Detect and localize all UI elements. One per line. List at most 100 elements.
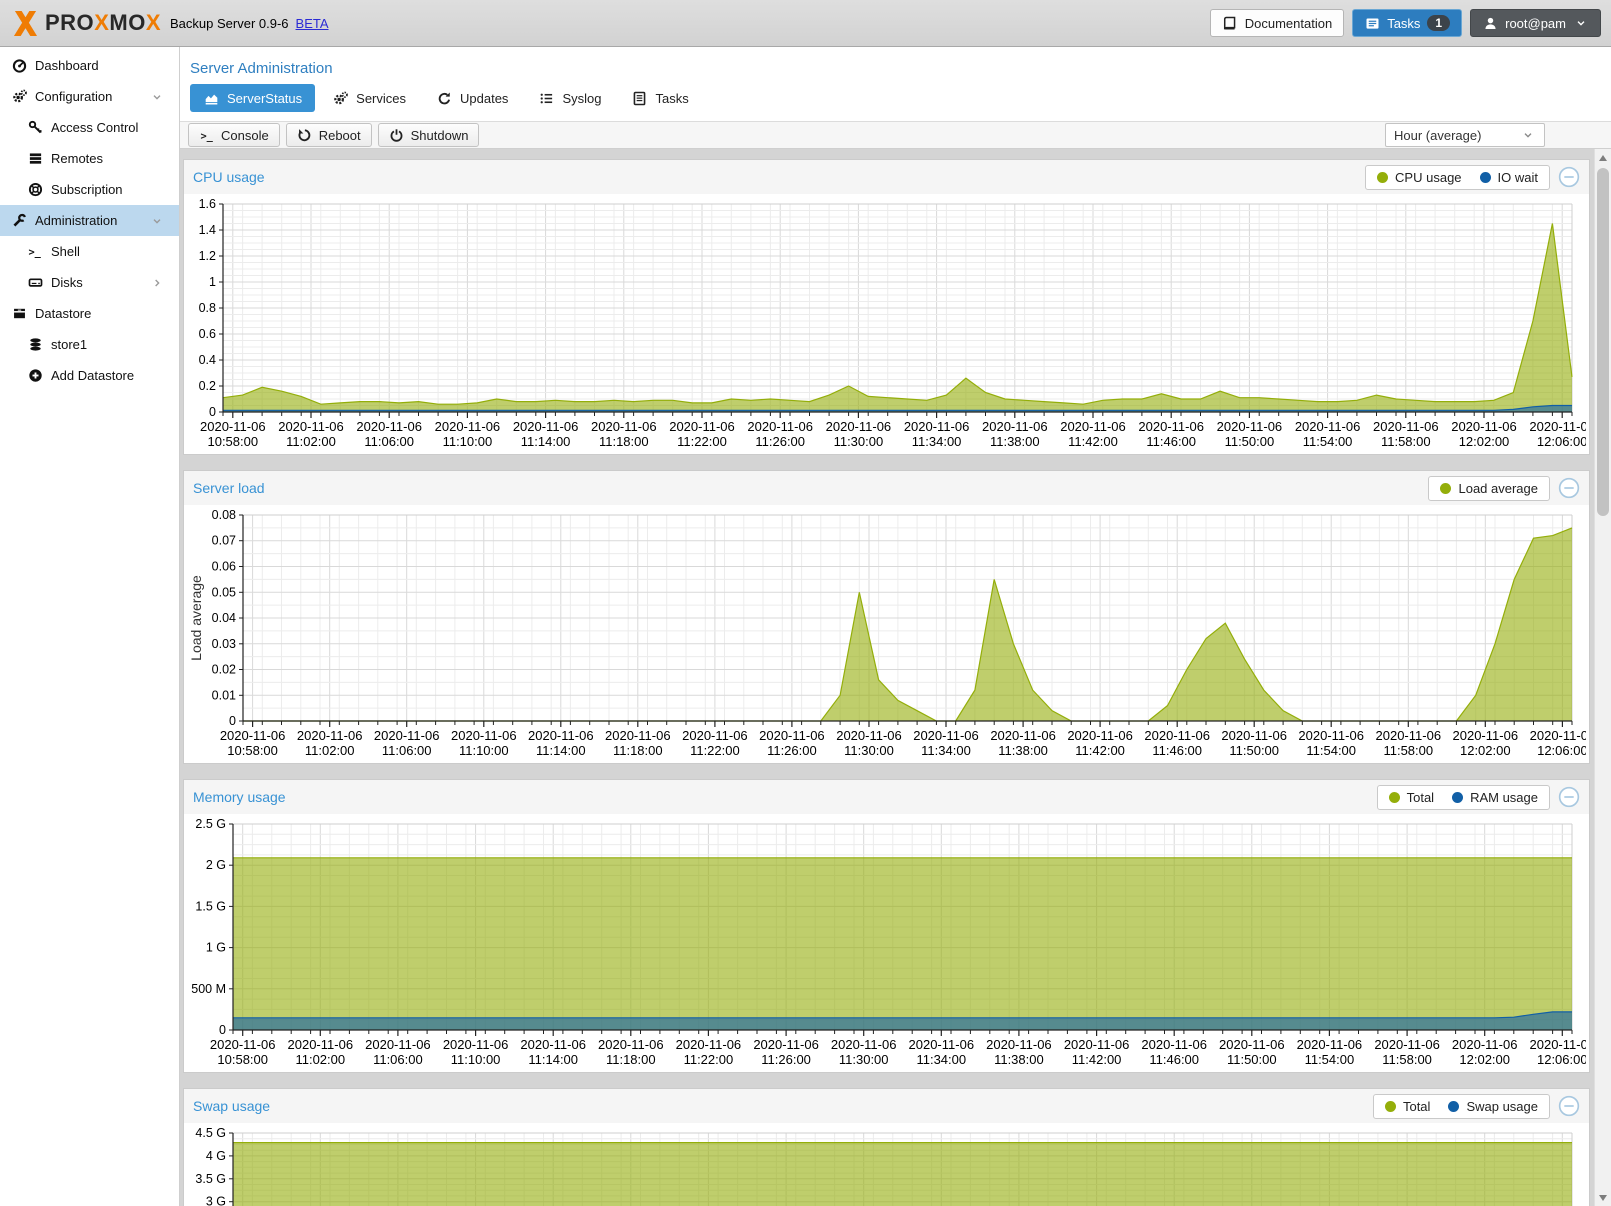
legend-dot-icon — [1452, 792, 1463, 803]
svg-text:11:10:00: 11:10:00 — [443, 434, 493, 449]
svg-text:11:38:00: 11:38:00 — [994, 1052, 1044, 1067]
svg-text:11:18:00: 11:18:00 — [613, 743, 663, 758]
tab-updates[interactable]: Updates — [423, 84, 521, 112]
scroll-down-arrow[interactable] — [1595, 1189, 1611, 1206]
legend-dot-icon — [1389, 792, 1400, 803]
disk-icon — [27, 275, 43, 291]
scrollbar-thumb[interactable] — [1597, 168, 1609, 516]
datastore-icon — [11, 306, 27, 322]
svg-text:2020-11-06: 2020-11-06 — [200, 419, 266, 434]
sidebar-item-administration[interactable]: Administration — [0, 205, 179, 236]
tab-tasks[interactable]: Tasks — [618, 84, 701, 112]
svg-text:500 M: 500 M — [191, 982, 226, 996]
svg-text:11:14:00: 11:14:00 — [528, 1052, 578, 1067]
sidebar-item-datastore[interactable]: Datastore — [0, 298, 179, 329]
svg-text:11:54:00: 11:54:00 — [1305, 1052, 1355, 1067]
svg-text:11:50:00: 11:50:00 — [1229, 743, 1279, 758]
legend-label: Total — [1407, 790, 1434, 805]
svg-text:2020-11-06: 2020-11-06 — [826, 419, 892, 434]
main-content: Server Administration ServerStatusServic… — [180, 47, 1611, 1206]
legend-item-ram-usage[interactable]: RAM usage — [1452, 790, 1538, 805]
svg-text:0.06: 0.06 — [212, 560, 236, 574]
sidebar-item-shell[interactable]: >_Shell — [0, 236, 179, 267]
chevron-down-icon[interactable] — [149, 213, 165, 229]
chart-legend[interactable]: Total RAM usage — [1377, 785, 1550, 810]
svg-text:0: 0 — [209, 405, 216, 419]
svg-text:Load average: Load average — [188, 575, 204, 661]
svg-text:2020-11-06: 2020-11-06 — [598, 1037, 664, 1052]
sidebar-item-access-control[interactable]: Access Control — [0, 112, 179, 143]
collapse-panel-icon[interactable] — [1558, 786, 1580, 808]
time-range-select[interactable]: Hour (average) — [1385, 123, 1545, 147]
legend-item-load-average[interactable]: Load average — [1440, 481, 1538, 496]
svg-text:2020-11-06: 2020-11-06 — [1221, 728, 1287, 743]
tab-syslog[interactable]: Syslog — [525, 84, 614, 112]
tab-services[interactable]: Services — [319, 84, 419, 112]
svg-text:11:50:00: 11:50:00 — [1227, 1052, 1277, 1067]
sidebar-item-label: Remotes — [51, 151, 103, 166]
sidebar-item-store1[interactable]: store1 — [0, 329, 179, 360]
legend-item-cpu-usage[interactable]: CPU usage — [1377, 170, 1461, 185]
chart-legend[interactable]: Total Swap usage — [1373, 1094, 1550, 1119]
svg-text:2020-11-06: 2020-11-06 — [435, 419, 501, 434]
reboot-button[interactable]: Reboot — [286, 123, 372, 147]
svg-text:2020-11-06: 2020-11-06 — [1064, 1037, 1130, 1052]
chevron-right-icon[interactable] — [149, 275, 165, 291]
sidebar-item-add-datastore[interactable]: Add Datastore — [0, 360, 179, 391]
legend-item-io-wait[interactable]: IO wait — [1480, 170, 1538, 185]
doc-icon — [631, 90, 647, 106]
svg-text:0.4: 0.4 — [199, 353, 216, 367]
svg-text:12:06:00: 12:06:00 — [1537, 743, 1586, 758]
svg-text:11:22:00: 11:22:00 — [684, 1052, 734, 1067]
svg-text:2020-11-06: 2020-11-06 — [982, 419, 1048, 434]
legend-item-total[interactable]: Total — [1389, 790, 1434, 805]
terminal-icon: >_ — [199, 127, 215, 143]
legend-item-total[interactable]: Total — [1385, 1099, 1430, 1114]
beta-link[interactable]: BETA — [296, 16, 329, 31]
tab-label: ServerStatus — [227, 91, 302, 106]
svg-text:2020-11-06: 2020-11-06 — [836, 728, 902, 743]
documentation-button[interactable]: Documentation — [1210, 9, 1344, 37]
svg-text:11:10:00: 11:10:00 — [459, 743, 509, 758]
collapse-panel-icon[interactable] — [1558, 477, 1580, 499]
sidebar-item-subscription[interactable]: Subscription — [0, 174, 179, 205]
svg-text:2020-11-06: 2020-11-06 — [759, 728, 825, 743]
tasks-button[interactable]: Tasks 1 — [1352, 9, 1462, 37]
collapse-panel-icon[interactable] — [1558, 166, 1580, 188]
svg-text:11:42:00: 11:42:00 — [1075, 743, 1125, 758]
tab-serverstatus[interactable]: ServerStatus — [190, 84, 315, 112]
svg-text:0.05: 0.05 — [212, 585, 236, 599]
svg-text:1.5 G: 1.5 G — [195, 899, 226, 913]
svg-text:0.07: 0.07 — [212, 534, 236, 548]
svg-text:11:42:00: 11:42:00 — [1072, 1052, 1122, 1067]
svg-text:0.03: 0.03 — [212, 637, 236, 651]
legend-item-swap-usage[interactable]: Swap usage — [1448, 1099, 1538, 1114]
console-button[interactable]: >_Console — [188, 123, 280, 147]
svg-text:1 G: 1 G — [206, 941, 226, 955]
svg-text:11:18:00: 11:18:00 — [599, 434, 649, 449]
chevron-down-icon[interactable] — [149, 89, 165, 105]
refresh-icon — [436, 90, 452, 106]
tab-label: Updates — [460, 91, 508, 106]
scroll-up-arrow[interactable] — [1595, 149, 1611, 166]
user-menu-button[interactable]: root@pam — [1470, 9, 1601, 37]
legend-label: RAM usage — [1470, 790, 1538, 805]
sidebar-item-dashboard[interactable]: Dashboard — [0, 50, 179, 81]
shutdown-button[interactable]: Shutdown — [378, 123, 480, 147]
svg-text:2020-11-06: 2020-11-06 — [297, 728, 363, 743]
sidebar-item-remotes[interactable]: Remotes — [0, 143, 179, 174]
svg-text:2020-11-06: 2020-11-06 — [520, 1037, 586, 1052]
proxmox-logo[interactable]: PROXMOX — [10, 10, 170, 37]
legend-label: Total — [1403, 1099, 1430, 1114]
chart-legend[interactable]: CPU usage IO wait — [1365, 165, 1550, 190]
svg-text:11:14:00: 11:14:00 — [536, 743, 586, 758]
svg-text:2020-11-06: 2020-11-06 — [1138, 419, 1204, 434]
svg-text:2020-11-06: 2020-11-06 — [528, 728, 594, 743]
sidebar-item-disks[interactable]: Disks — [0, 267, 179, 298]
svg-text:11:50:00: 11:50:00 — [1225, 434, 1275, 449]
chart-legend[interactable]: Load average — [1428, 476, 1550, 501]
collapse-panel-icon[interactable] — [1558, 1095, 1580, 1117]
vertical-scrollbar[interactable] — [1594, 149, 1611, 1206]
sidebar-item-configuration[interactable]: Configuration — [0, 81, 179, 112]
gears-icon — [11, 89, 27, 105]
